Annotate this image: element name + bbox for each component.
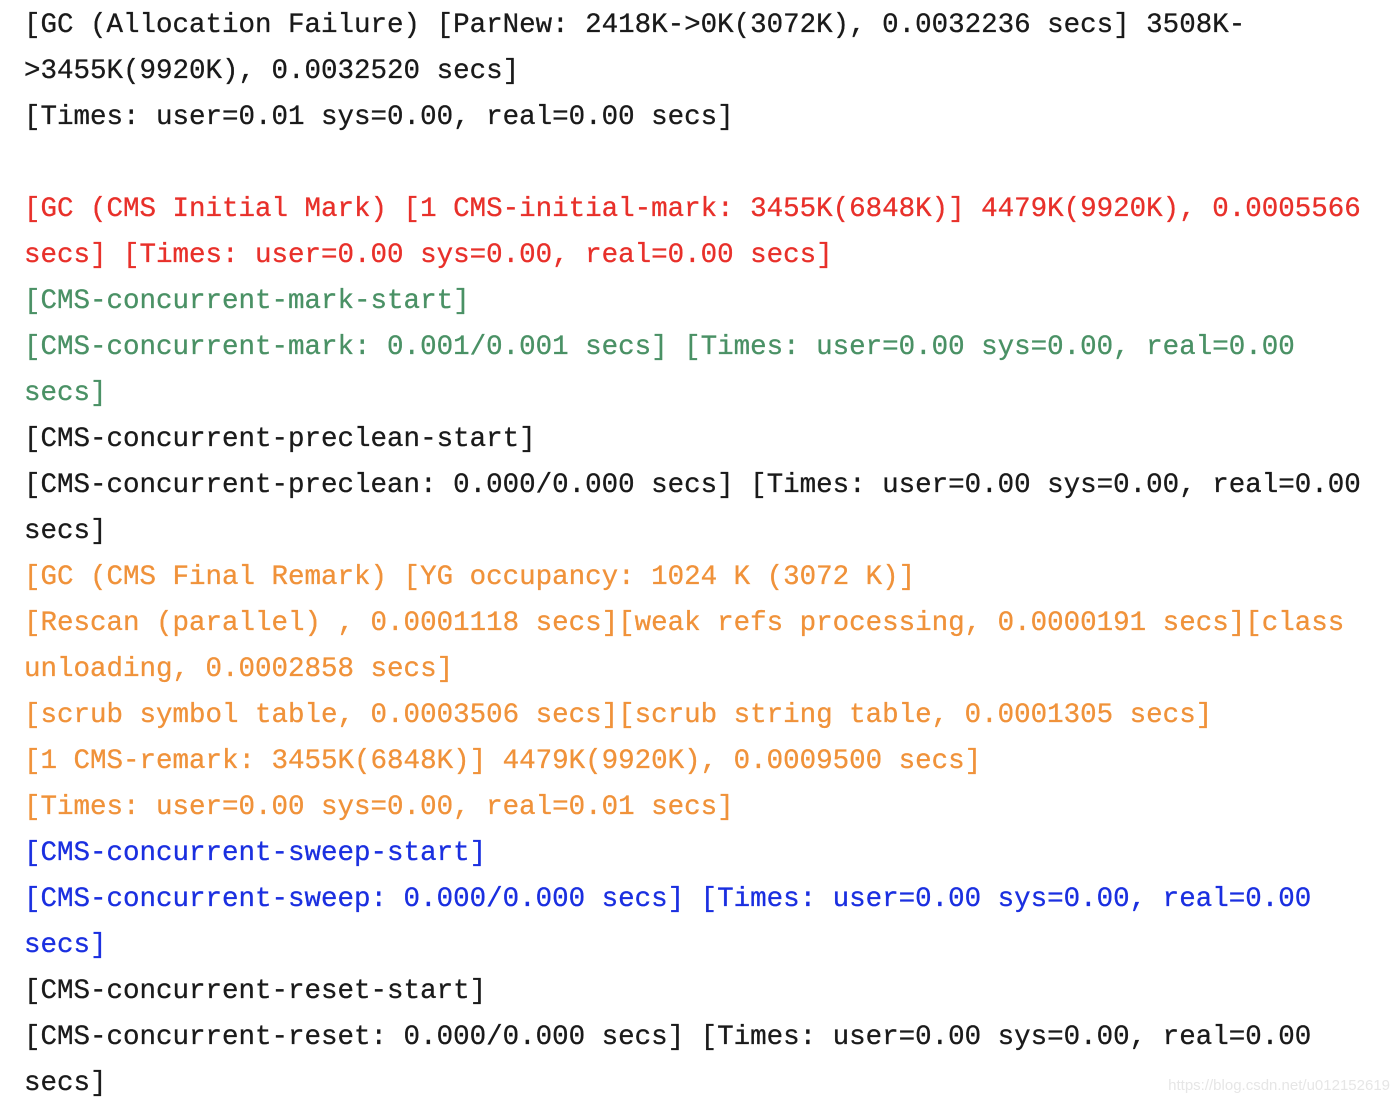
log-line: >3455K(9920K), 0.0032520 secs] [24,56,520,87]
log-line: [GC (CMS Initial Mark) [1 CMS-initial-ma… [24,194,1361,225]
gc-log: [GC (Allocation Failure) [ParNew: 2418K-… [24,3,1361,1107]
log-line: [Times: user=0.01 sys=0.00, real=0.00 se… [24,102,734,133]
watermark: https://blog.csdn.net/u012152619 [1168,1077,1390,1094]
log-line: [CMS-concurrent-sweep-start] [24,838,487,869]
log-line: [CMS-concurrent-preclean: 0.000/0.000 se… [24,470,1361,501]
log-line: [CMS-concurrent-sweep: 0.000/0.000 secs]… [24,884,1312,915]
log-line: [CMS-concurrent-reset: 0.000/0.000 secs]… [24,1022,1312,1053]
log-line: secs] [24,378,107,409]
log-line: [GC (Allocation Failure) [ParNew: 2418K-… [24,10,1246,41]
log-line: [Rescan (parallel) , 0.0001118 secs][wea… [24,608,1345,639]
log-line: [CMS-concurrent-reset-start] [24,976,487,1007]
log-line: [GC (CMS Final Remark) [YG occupancy: 10… [24,562,916,593]
log-line: [scrub symbol table, 0.0003506 secs][scr… [24,700,1213,731]
log-line: [CMS-concurrent-preclean-start] [24,424,536,455]
log-line: [1 CMS-remark: 3455K(6848K)] 4479K(9920K… [24,746,982,777]
log-line: [Times: user=0.00 sys=0.00, real=0.01 se… [24,792,734,823]
log-line: secs] [24,516,107,547]
log-line: unloading, 0.0002858 secs] [24,654,454,685]
log-line: [CMS-concurrent-mark-start] [24,286,470,317]
log-line: [CMS-concurrent-mark: 0.001/0.001 secs] … [24,332,1295,363]
log-line: secs] [24,1068,107,1099]
log-line: secs] [24,930,107,961]
log-line: secs] [Times: user=0.00 sys=0.00, real=0… [24,240,833,271]
